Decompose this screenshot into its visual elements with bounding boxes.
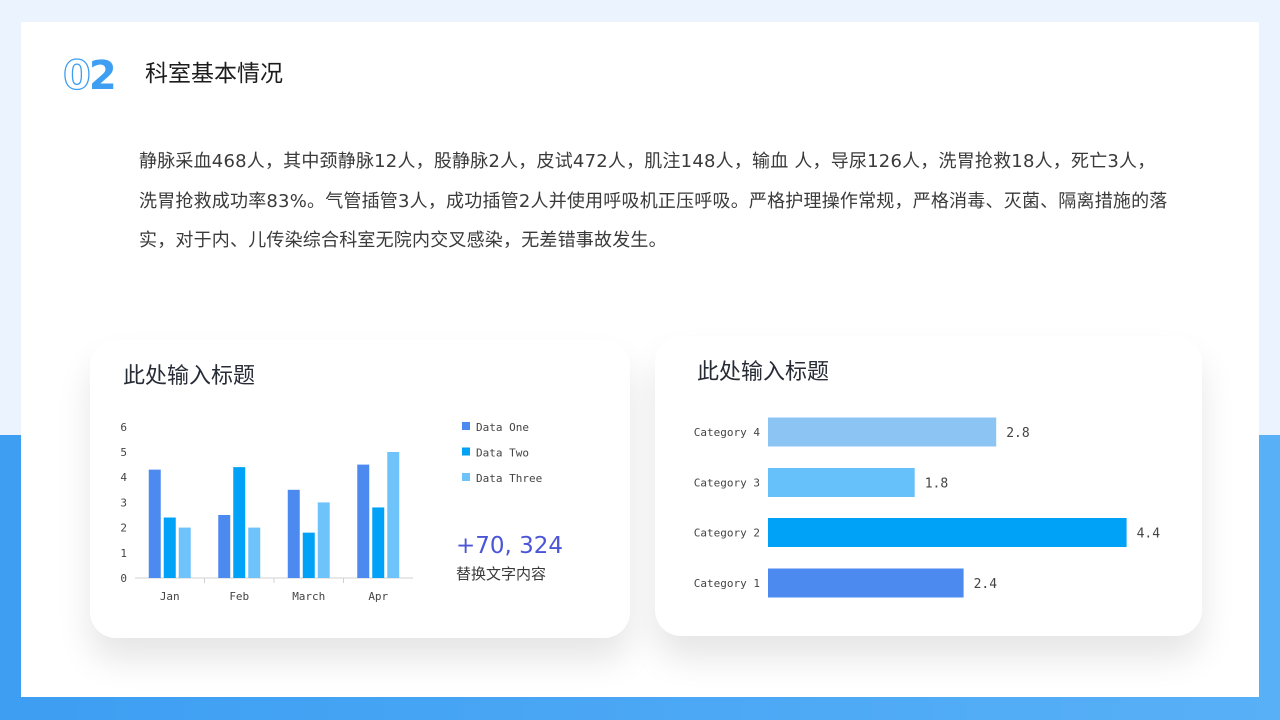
- value-label: 2.4: [974, 577, 998, 592]
- value-label: 2.8: [1006, 426, 1029, 441]
- bar-data-one-feb: [218, 515, 231, 578]
- legend-swatch-2: [462, 447, 470, 456]
- bar-data-three-jan: [178, 527, 191, 578]
- bar-data-two-apr: [372, 507, 385, 578]
- bar-category-1: [768, 568, 964, 598]
- x-tick-label: Apr: [368, 590, 388, 603]
- bar-data-one-apr: [357, 464, 370, 578]
- charts-canvas: 0 1 2 3 4 5 6 Jan Feb March Apr Data One Data Two Dat…: [120, 417, 1161, 603]
- bar-data-two-march: [302, 532, 315, 578]
- bar-data-three-march: [317, 502, 330, 578]
- category-label: Category 1: [694, 577, 760, 590]
- bar-category-2: [768, 518, 1127, 547]
- y-tick-label: 4: [120, 471, 127, 484]
- y-tick-label: 0: [120, 572, 127, 585]
- legend-swatch-1: [462, 422, 470, 430]
- value-label: 1.8: [925, 477, 948, 492]
- bar-data-two-feb: [233, 467, 246, 578]
- bar-category-4: [768, 417, 997, 447]
- legend-label: Data One: [476, 421, 529, 434]
- category-label: Category 4: [694, 426, 761, 439]
- y-tick-label: 5: [120, 446, 127, 459]
- bar-category-3: [768, 468, 915, 497]
- y-tick-label: 2: [120, 522, 127, 535]
- bar-data-three-feb: [248, 527, 261, 578]
- legend-swatch-3: [462, 473, 470, 481]
- value-label: 4.4: [1137, 527, 1161, 542]
- category-label: Category 2: [694, 527, 760, 540]
- bar-data-one-jan: [148, 469, 161, 578]
- category-label: Category 3: [694, 477, 760, 490]
- x-tick-label: March: [292, 590, 325, 603]
- legend-label: Data Two: [476, 447, 529, 460]
- legend-label: Data Three: [476, 472, 542, 485]
- bar-data-three-apr: [387, 452, 400, 578]
- y-tick-label: 1: [120, 547, 127, 560]
- y-tick-label: 6: [120, 421, 127, 434]
- bar-data-one-march: [287, 489, 300, 578]
- y-tick-label: 3: [120, 496, 127, 509]
- x-tick-label: Feb: [229, 590, 249, 603]
- x-tick-label: Jan: [160, 590, 180, 603]
- bar-data-two-jan: [163, 517, 176, 578]
